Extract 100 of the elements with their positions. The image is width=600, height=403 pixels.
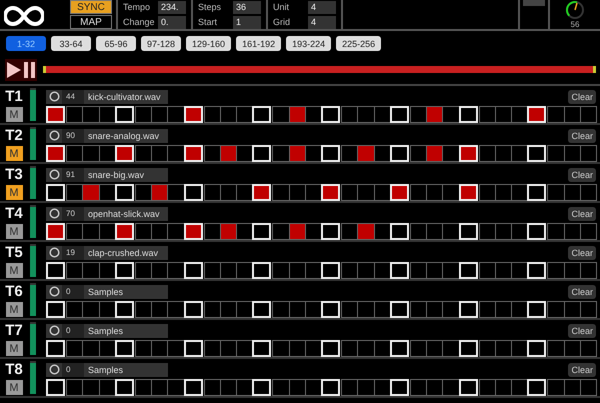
sample-menu[interactable]: snare-big.wav [84,168,168,182]
circle-button[interactable] [46,168,62,182]
step-pad[interactable] [374,106,391,123]
map-button[interactable]: MAP [70,15,112,29]
step-pad[interactable] [236,106,254,123]
number-field[interactable]: 90 [62,128,84,142]
step-pad[interactable] [236,379,254,396]
sample-menu[interactable]: Samples [84,284,168,298]
number-field[interactable]: 0 [62,284,84,298]
number-field[interactable]: 70 [62,206,84,220]
step-pad[interactable] [374,379,391,396]
step-pad[interactable] [98,223,116,240]
clear-button[interactable]: Clear [568,362,596,376]
clear-button[interactable]: Clear [568,168,596,182]
step-pad[interactable] [374,184,391,201]
step-pad[interactable] [374,145,391,162]
step-pad[interactable] [442,184,460,201]
mute-button[interactable]: M [6,146,22,161]
step-pad[interactable] [442,262,460,279]
number-field[interactable]: 4 [308,16,336,28]
page-tab[interactable]: 225-256 [336,36,382,51]
clear-button[interactable]: Clear [568,284,596,298]
sample-menu[interactable]: snare-analog.wav [84,128,168,142]
sample-menu[interactable]: Samples [84,362,168,376]
sample-menu[interactable]: clap-crushed.wav [84,246,168,260]
number-field[interactable]: 1 [233,16,261,28]
step-pad[interactable] [236,262,254,279]
step-pad[interactable] [511,340,528,357]
step-pad[interactable] [167,223,184,240]
step-pad[interactable] [511,145,528,162]
clear-button[interactable]: Clear [568,324,596,338]
step-pad[interactable] [442,379,460,396]
circle-button[interactable] [46,284,62,298]
mute-button[interactable]: M [6,107,22,122]
page-tab[interactable]: 161-192 [236,36,282,51]
mute-button[interactable]: M [6,185,22,200]
page-tab[interactable]: 193-224 [286,36,332,51]
step-pad[interactable] [98,301,116,318]
step-pad[interactable] [236,301,254,318]
clear-button[interactable]: Clear [568,246,596,260]
clear-button[interactable]: Clear [568,206,596,220]
number-field[interactable]: 234. [158,0,186,14]
step-pad[interactable] [511,184,528,201]
step-pad[interactable] [167,262,184,279]
number-field[interactable]: 4 [308,0,336,14]
page-tab[interactable]: 97-128 [141,36,182,51]
step-pad[interactable] [511,301,528,318]
step-pad[interactable] [442,145,460,162]
circle-button[interactable] [46,362,62,376]
circle-button[interactable] [46,246,62,260]
number-field[interactable]: 0 [62,324,84,338]
step-pad[interactable] [98,145,116,162]
sample-menu[interactable]: openhat-slick.wav [84,206,168,220]
step-pad[interactable] [236,184,254,201]
number-field[interactable]: 91 [62,168,84,182]
step-pad[interactable] [236,223,254,240]
mute-button[interactable]: M [6,341,22,356]
step-pad[interactable] [511,379,528,396]
step-pad[interactable] [511,223,528,240]
play-pause-icon[interactable] [5,58,37,80]
sync-button[interactable]: SYNC [70,0,112,14]
step-pad[interactable] [442,340,460,357]
clear-button[interactable]: Clear [568,90,596,104]
step-pad[interactable] [442,106,460,123]
number-field[interactable]: 44 [62,90,84,104]
step-pad[interactable] [374,262,391,279]
circle-button[interactable] [46,90,62,104]
step-pad[interactable] [167,379,184,396]
mute-button[interactable]: M [6,302,22,317]
step-pad[interactable] [236,145,254,162]
step-pad[interactable] [98,262,116,279]
step-pad[interactable] [167,184,184,201]
step-pad[interactable] [236,340,254,357]
knob-icon[interactable] [565,0,585,20]
page-tab[interactable]: 129-160 [186,36,232,51]
number-field[interactable]: 0. [158,16,186,28]
sample-menu[interactable]: kick-cultivator.wav [84,90,168,104]
step-pad[interactable] [374,301,391,318]
step-pad[interactable] [98,340,116,357]
circle-button[interactable] [46,206,62,220]
step-pad[interactable] [374,340,391,357]
mute-button[interactable]: M [6,380,22,395]
step-pad[interactable] [511,262,528,279]
number-field[interactable]: 19 [62,246,84,260]
sample-menu[interactable]: Samples [84,324,168,338]
step-pad[interactable] [98,106,116,123]
step-pad[interactable] [167,145,184,162]
step-pad[interactable] [98,184,116,201]
mute-button[interactable]: M [6,263,22,278]
circle-button[interactable] [46,128,62,142]
circle-button[interactable] [46,324,62,338]
number-field[interactable]: 0 [62,362,84,376]
step-pad[interactable] [167,301,184,318]
step-pad[interactable] [98,379,116,396]
page-tab[interactable]: 33-64 [51,36,91,51]
clear-button[interactable]: Clear [568,128,596,142]
step-pad[interactable] [167,340,184,357]
step-pad[interactable] [442,223,460,240]
number-field[interactable]: 36 [233,0,261,14]
step-pad[interactable] [374,223,391,240]
